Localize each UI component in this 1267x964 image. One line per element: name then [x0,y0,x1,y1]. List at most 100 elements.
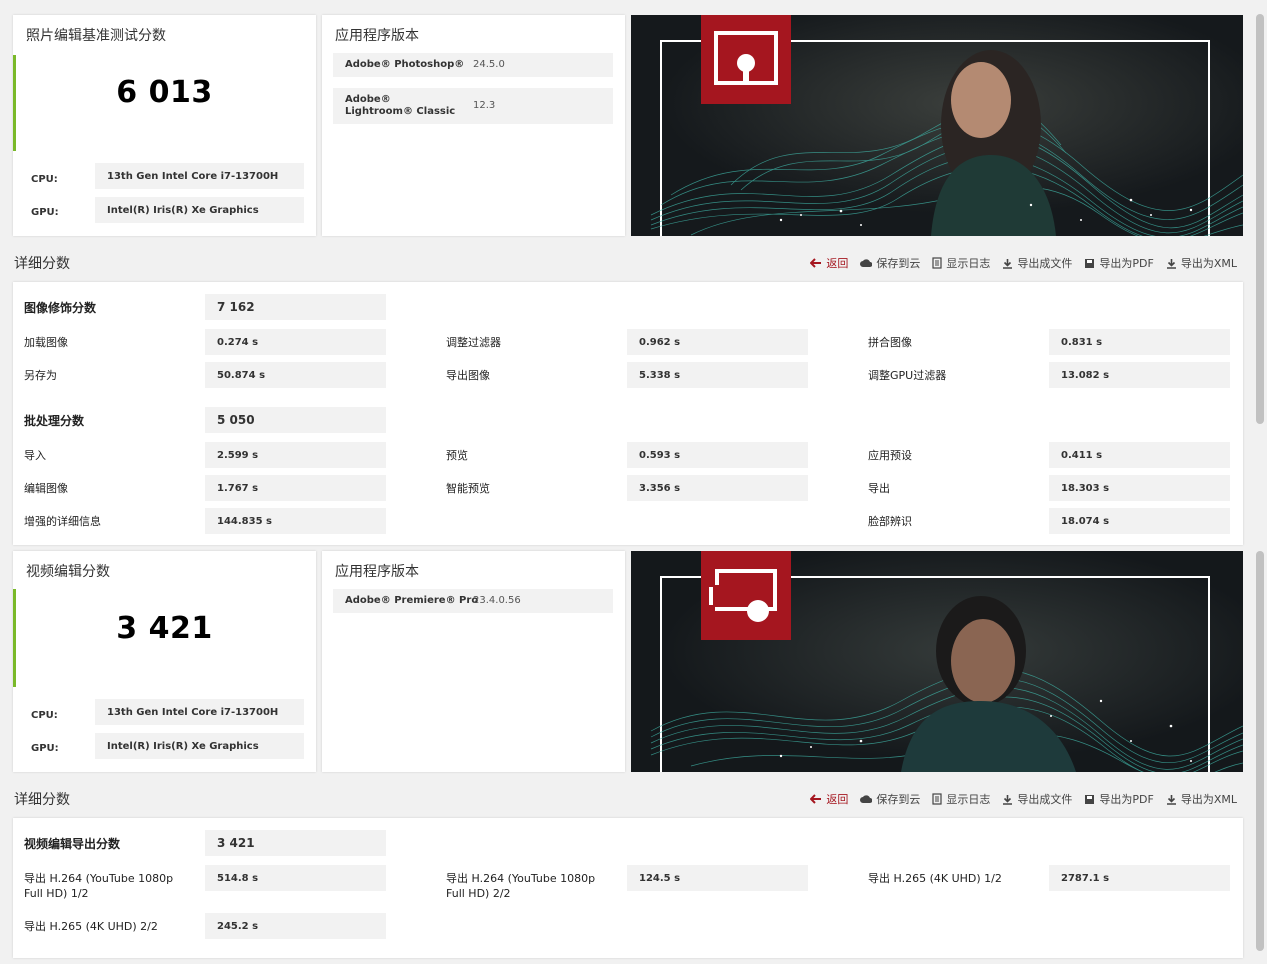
app-version-row: Adobe® Lightroom® Classic 12.3 [333,88,613,124]
export-xml-label: 导出为XML [1180,793,1237,806]
video-score-title: 视频编辑分数 [26,564,110,580]
batch-value: 5 050 [205,407,386,433]
gpu-value: Intel(R) Iris(R) Xe Graphics [95,197,304,223]
cloud-upload-icon [860,795,873,803]
export-pdf-button[interactable]: 导出为PDF [1084,791,1154,807]
detail-row-value: 18.074 s [1049,508,1230,534]
export-xml-button[interactable]: 导出为XML [1166,791,1237,807]
photo-score-title: 照片编辑基准测试分数 [26,28,166,44]
back-arrow-icon [810,258,822,268]
detail-row-label: 导出 H.264 (YouTube 1080p Full HD) 2/2 [446,872,596,900]
save-disk-icon [1085,794,1095,804]
photo-hero-image [631,15,1243,236]
export-pdf-button[interactable]: 导出为PDF [1084,255,1154,271]
detail-row-label: 加载图像 [24,336,68,349]
photo-score-value: 6 013 [116,75,213,110]
batch-label: 批处理分数 [24,414,85,428]
save-cloud-label: 保存到云 [876,793,921,806]
video-export-value: 3 421 [205,830,386,856]
app-version: 24.5.0 [473,59,505,70]
export-file-button[interactable]: 导出成文件 [1002,791,1072,807]
save-disk-icon [1085,258,1095,268]
detail-row-value: 245.2 s [205,913,386,939]
back-button[interactable]: 返回 [810,255,848,271]
photo-app-version-card: 应用程序版本 Adobe® Photoshop® 24.5.0 Adobe® L… [322,15,625,236]
scrollbar-thumb[interactable] [1256,551,1264,951]
detail-row-value: 0.962 s [627,329,808,355]
video-score-card: 视频编辑分数 3 421 CPU: 13th Gen Intel Core i7… [13,551,316,772]
app-version-row: Adobe® Premiere® Pro 23.4.0.56 [333,589,613,613]
app-name: Adobe® Premiere® Pro [345,595,479,606]
download-icon [1166,258,1176,269]
detail-row-value: 0.274 s [205,329,386,355]
cpu-label: CPU: [31,174,58,185]
detail-row-value: 124.5 s [627,865,808,891]
photo-detail-card: 图像修饰分数 7 162 加载图像 0.274 s 调整过滤器 0.962 s … [13,282,1243,545]
show-log-label: 显示日志 [946,793,991,806]
document-icon [932,257,943,269]
gpu-value: Intel(R) Iris(R) Xe Graphics [95,733,304,759]
detail-row-value: 0.831 s [1049,329,1230,355]
export-xml-label: 导出为XML [1180,257,1237,270]
detail-title: 详细分数 [14,792,70,808]
detail-row-label: 调整过滤器 [446,336,501,349]
export-pdf-label: 导出为PDF [1099,793,1154,806]
save-cloud-button[interactable]: 保存到云 [860,791,920,807]
detail-row-label: 导出 H.264 (YouTube 1080p Full HD) 1/2 [24,872,174,900]
export-file-label: 导出成文件 [1017,257,1073,270]
export-pdf-label: 导出为PDF [1099,257,1154,270]
export-file-button[interactable]: 导出成文件 [1002,255,1072,271]
show-log-button[interactable]: 显示日志 [932,255,990,271]
app-version: 23.4.0.56 [473,595,521,606]
detail-row-value: 0.593 s [627,442,808,468]
photo-score-card: 照片编辑基准测试分数 6 013 CPU: 13th Gen Intel Cor… [13,15,316,236]
detail-row-label: 预览 [446,449,468,462]
detail-row-label: 应用预设 [868,449,912,462]
download-icon [1003,258,1013,269]
image-retouch-value: 7 162 [205,294,386,320]
detail-row-label: 导出 [868,482,890,495]
detail-row-label: 导出 H.265 (4K UHD) 2/2 [24,920,158,933]
back-arrow-icon [810,794,822,804]
detail-row-value: 3.356 s [627,475,808,501]
app-version-row: Adobe® Photoshop® 24.5.0 [333,53,613,77]
detail-row-value: 0.411 s [1049,442,1230,468]
back-button[interactable]: 返回 [810,791,848,807]
show-log-button[interactable]: 显示日志 [932,791,990,807]
video-detail-card: 视频编辑导出分数 3 421 导出 H.264 (YouTube 1080p F… [13,818,1243,958]
app-version-title: 应用程序版本 [335,564,419,580]
photo-app-icon [701,15,791,104]
detail-row-label: 导入 [24,449,46,462]
video-hero-image [631,551,1243,772]
detail-row-value: 1.767 s [205,475,386,501]
cpu-value: 13th Gen Intel Core i7-13700H [95,163,304,189]
detail-row-value: 2.599 s [205,442,386,468]
detail-row-value: 18.303 s [1049,475,1230,501]
video-score-value: 3 421 [116,611,213,646]
detail-row-label: 另存为 [24,369,57,382]
scrollbar-thumb[interactable] [1256,14,1264,424]
gpu-label: GPU: [31,743,59,754]
download-icon [1166,794,1176,805]
detail-title: 详细分数 [14,256,70,272]
detail-row-label: 智能预览 [446,482,490,495]
cpu-value: 13th Gen Intel Core i7-13700H [95,699,304,725]
detail-row-label: 脸部辨识 [868,515,912,528]
app-name: Adobe® Lightroom® Classic [345,94,456,117]
export-xml-button[interactable]: 导出为XML [1166,255,1237,271]
document-icon [932,793,943,805]
detail-row-label: 调整GPU过滤器 [868,369,947,382]
detail-row-value: 514.8 s [205,865,386,891]
video-app-icon [701,551,791,640]
detail-row-label: 增强的详细信息 [24,515,101,528]
export-file-label: 导出成文件 [1017,793,1073,806]
scrollbar[interactable] [1254,0,1267,964]
hero-photo-illustration [631,15,1243,236]
save-cloud-button[interactable]: 保存到云 [860,255,920,271]
hero-video-illustration [631,551,1243,772]
image-retouch-label: 图像修饰分数 [24,301,97,315]
gpu-label: GPU: [31,207,59,218]
download-icon [1003,794,1013,805]
detail-toolbar: 返回 保存到云 显示日志 导出成文件 导出为PDF 导出为XML [798,255,1237,271]
cloud-upload-icon [860,259,873,267]
